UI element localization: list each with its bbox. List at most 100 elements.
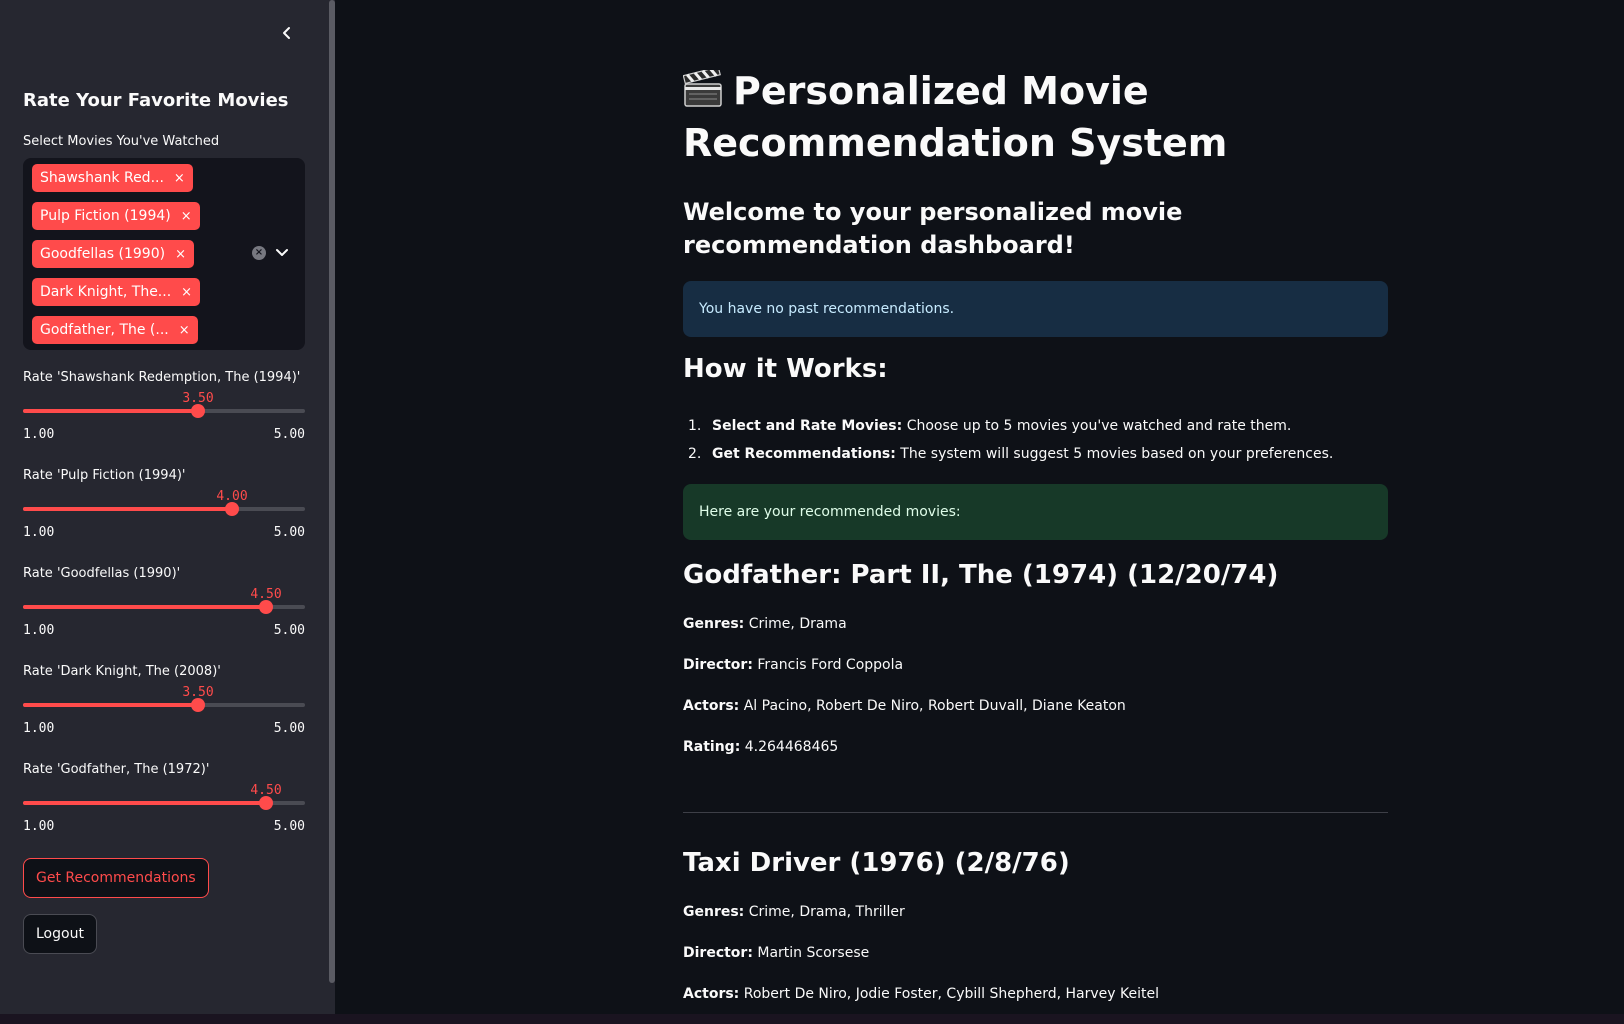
selected-movie-tag[interactable]: Godfather, The (... ×: [32, 316, 198, 344]
field-label: Actors:: [683, 698, 740, 714]
sidebar-collapse-button[interactable]: [276, 22, 298, 44]
step-text: Choose up to 5 movies you've watched and…: [902, 418, 1292, 434]
slider-fill: [23, 703, 198, 707]
page-title: Personalized Movie Recommendation System: [683, 65, 1388, 169]
slider-label: Rate 'Shawshank Redemption, The (1994)': [23, 370, 301, 385]
slider-max: 5.00: [273, 525, 305, 540]
bottom-strip: [0, 1014, 1624, 1024]
field-value: Martin Scorsese: [752, 945, 870, 961]
field-label: Director:: [683, 657, 753, 673]
success-alert: Here are your recommended movies:: [683, 484, 1388, 540]
slider-track[interactable]: [23, 796, 305, 810]
slider-track[interactable]: [23, 404, 305, 418]
rating-slider[interactable]: Rate 'Goodfellas (1990)' 4.50 1.00 5.00: [23, 566, 305, 646]
slider-fill: [23, 605, 266, 609]
field-value: Francis Ford Coppola: [752, 657, 904, 673]
slider-max: 5.00: [273, 819, 305, 834]
movie-genres: Genres: Crime, Drama: [683, 616, 847, 632]
movie-title: Taxi Driver (1976) (2/8/76): [683, 848, 1070, 878]
sidebar-scrollbar[interactable]: [329, 0, 335, 983]
success-alert-text: Here are your recommended movies:: [699, 504, 961, 520]
field-value: Al Pacino, Robert De Niro, Robert Duvall…: [739, 698, 1126, 714]
clear-circle-icon[interactable]: ×: [252, 246, 266, 260]
slider-label: Rate 'Godfather, The (1972)': [23, 762, 210, 777]
remove-tag-icon[interactable]: ×: [179, 323, 190, 338]
field-value: Crime, Drama, Thriller: [744, 904, 905, 920]
field-value: Crime, Drama: [744, 616, 847, 632]
field-label: Genres:: [683, 904, 745, 920]
slider-track[interactable]: [23, 502, 305, 516]
sidebar-title: Rate Your Favorite Movies: [23, 90, 289, 111]
rating-slider[interactable]: Rate 'Godfather, The (1972)' 4.50 1.00 5…: [23, 762, 305, 842]
slider-fill: [23, 507, 232, 511]
rating-slider[interactable]: Rate 'Pulp Fiction (1994)' 4.00 1.00 5.0…: [23, 468, 305, 548]
step-number: 1.: [688, 418, 702, 434]
divider: [683, 812, 1388, 813]
slider-max: 5.00: [273, 623, 305, 638]
welcome-heading: Welcome to your personalized movie recom…: [683, 198, 1183, 259]
steps-list: 1. Select and Rate Movies: Choose up to …: [683, 414, 1388, 470]
field-label: Genres:: [683, 616, 745, 632]
multiselect-label: Select Movies You've Watched: [23, 134, 220, 149]
movie-rating: Rating: 4.264468465: [683, 739, 838, 755]
slider-min: 1.00: [23, 721, 55, 736]
tag-label: Shawshank Red...: [40, 170, 164, 186]
field-value: 4.264468465: [740, 739, 839, 755]
clapper-board-icon: [683, 70, 722, 107]
movie-actors: Actors: Robert De Niro, Jodie Foster, Cy…: [683, 986, 1159, 1002]
info-alert: You have no past recommendations.: [683, 281, 1388, 337]
slider-thumb[interactable]: [191, 404, 205, 418]
movie-title: Godfather: Part II, The (1974) (12/20/74…: [683, 560, 1279, 590]
slider-max: 5.00: [273, 721, 305, 736]
field-label: Director:: [683, 945, 753, 961]
remove-tag-icon[interactable]: ×: [174, 171, 185, 186]
logout-button[interactable]: Logout: [23, 914, 97, 954]
field-value: Robert De Niro, Jodie Foster, Cybill She…: [739, 986, 1160, 1002]
movie-actors: Actors: Al Pacino, Robert De Niro, Rober…: [683, 698, 1126, 714]
field-label: Rating:: [683, 739, 741, 755]
slider-min: 1.00: [23, 819, 55, 834]
selected-movie-tag[interactable]: Goodfellas (1990) ×: [32, 240, 194, 268]
rating-slider[interactable]: Rate 'Dark Knight, The (2008)' 3.50 1.00…: [23, 664, 305, 744]
movie-multiselect[interactable]: Shawshank Red... × Pulp Fiction (1994) ×…: [23, 158, 305, 350]
page-title-text: Personalized Movie Recommendation System: [683, 69, 1228, 165]
slider-label: Rate 'Goodfellas (1990)': [23, 566, 181, 581]
slider-thumb[interactable]: [225, 502, 239, 516]
list-item: 2. Get Recommendations: The system will …: [683, 442, 1388, 470]
selected-movie-tag[interactable]: Shawshank Red... ×: [32, 164, 193, 192]
slider-track[interactable]: [23, 600, 305, 614]
tag-label: Godfather, The (...: [40, 322, 169, 338]
chevron-left-icon: [283, 27, 290, 39]
get-recommendations-button[interactable]: Get Recommendations: [23, 858, 209, 898]
remove-tag-icon[interactable]: ×: [175, 247, 186, 262]
slider-track[interactable]: [23, 698, 305, 712]
movie-director: Director: Martin Scorsese: [683, 945, 869, 961]
how-it-works-heading: How it Works:: [683, 354, 888, 384]
rating-slider[interactable]: Rate 'Shawshank Redemption, The (1994)' …: [23, 370, 305, 450]
slider-min: 1.00: [23, 623, 55, 638]
slider-fill: [23, 409, 198, 413]
slider-label: Rate 'Dark Knight, The (2008)': [23, 664, 221, 679]
step-text: The system will suggest 5 movies based o…: [895, 446, 1334, 462]
chevron-down-icon[interactable]: [274, 244, 290, 260]
tag-label: Pulp Fiction (1994): [40, 208, 171, 224]
slider-thumb[interactable]: [259, 600, 273, 614]
slider-max: 5.00: [273, 427, 305, 442]
slider-min: 1.00: [23, 525, 55, 540]
slider-fill: [23, 801, 266, 805]
step-number: 2.: [688, 446, 702, 462]
remove-tag-icon[interactable]: ×: [181, 209, 192, 224]
selected-movie-tag[interactable]: Dark Knight, The... ×: [32, 278, 201, 306]
slider-thumb[interactable]: [259, 796, 273, 810]
movie-director: Director: Francis Ford Coppola: [683, 657, 903, 673]
remove-tag-icon[interactable]: ×: [181, 285, 192, 300]
info-alert-text: You have no past recommendations.: [699, 301, 955, 317]
step-title: Select and Rate Movies:: [712, 418, 903, 434]
field-label: Actors:: [683, 986, 740, 1002]
step-title: Get Recommendations:: [712, 446, 896, 462]
tag-label: Goodfellas (1990): [40, 246, 166, 262]
selected-movie-tag[interactable]: Pulp Fiction (1994) ×: [32, 202, 200, 230]
movie-genres: Genres: Crime, Drama, Thriller: [683, 904, 905, 920]
list-item: 1. Select and Rate Movies: Choose up to …: [683, 414, 1388, 442]
slider-thumb[interactable]: [191, 698, 205, 712]
